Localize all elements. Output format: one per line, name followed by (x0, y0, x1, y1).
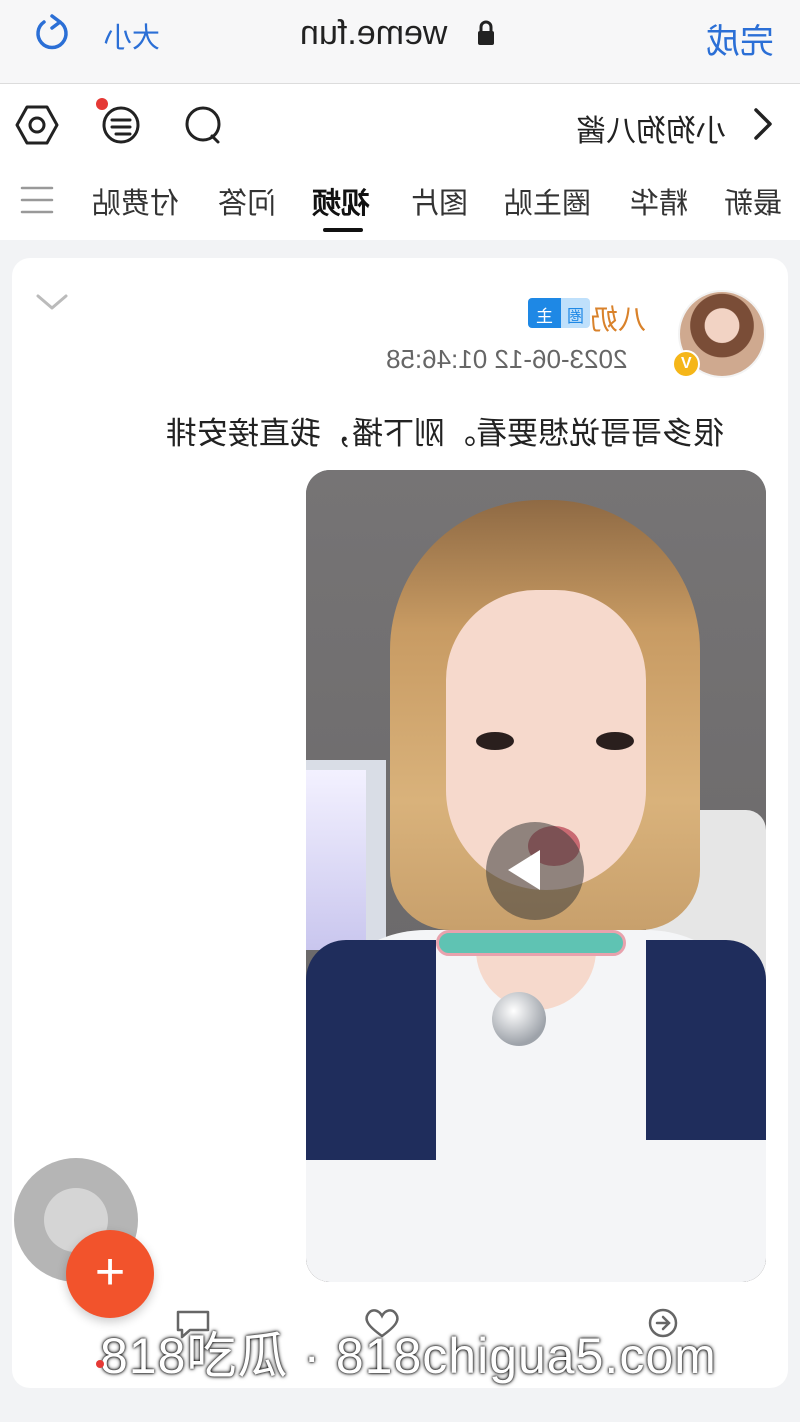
tab-owner-posts[interactable]: 圈主贴 (504, 180, 591, 222)
chat-icon[interactable] (182, 104, 224, 146)
circle-title: 小狗狗八酱 (576, 115, 726, 148)
done-button[interactable]: 完成 (706, 14, 774, 63)
video-thumbnail[interactable] (306, 470, 766, 1282)
tab-latest[interactable]: 最新 (724, 180, 782, 222)
post-timestamp: 2023-06-12 01:46:58 (386, 344, 628, 374)
video-sleeve-right (646, 940, 766, 1140)
reload-icon[interactable] (32, 12, 72, 52)
back-icon[interactable] (744, 106, 780, 142)
chevron-down-icon[interactable] (34, 290, 70, 314)
active-tab-indicator (323, 228, 363, 232)
tab-paid[interactable]: 付费贴 (92, 180, 179, 222)
owner-badge-main: 主 (528, 298, 561, 328)
text-size-button[interactable]: 大小 (104, 16, 160, 56)
video-collar (436, 930, 626, 956)
owner-badge: 主 圈 (528, 298, 590, 328)
play-icon (508, 850, 540, 890)
watermark-dot (96, 1360, 104, 1368)
notification-dot (96, 98, 108, 110)
watermark-text: 818吃瓜 · 818chigua5.com (100, 1328, 717, 1384)
forum-header: 小狗狗八酱 (0, 84, 800, 164)
url-text[interactable]: weme.fun (300, 14, 447, 53)
browser-toolbar: 完成 weme.fun 大小 (0, 0, 800, 84)
settings-icon[interactable] (14, 102, 60, 148)
lock-icon (478, 20, 494, 45)
new-post-button[interactable]: + (66, 1230, 154, 1318)
video-eye-left (476, 732, 514, 750)
author-name[interactable]: 八奶 (590, 298, 646, 338)
play-button[interactable] (486, 822, 584, 920)
owner-badge-sub: 圈 (561, 298, 590, 328)
video-bell (492, 992, 546, 1046)
video-sleeve-left (306, 940, 436, 1160)
tab-images[interactable]: 图片 (410, 180, 468, 222)
post-text[interactable]: 很多哥哥说想要看。刚下播，我直接安排 (166, 408, 724, 453)
menu-icon[interactable] (20, 184, 54, 216)
video-eye-right (596, 732, 634, 750)
category-tabs: 最新 精华 圈主贴 图片 视频 问答 付费贴 (0, 164, 800, 240)
verified-badge: V (672, 350, 700, 378)
tab-videos[interactable]: 视频 (312, 180, 370, 222)
video-light (306, 770, 366, 950)
tab-qa[interactable]: 问答 (218, 180, 276, 222)
tab-featured[interactable]: 精华 (630, 180, 688, 222)
